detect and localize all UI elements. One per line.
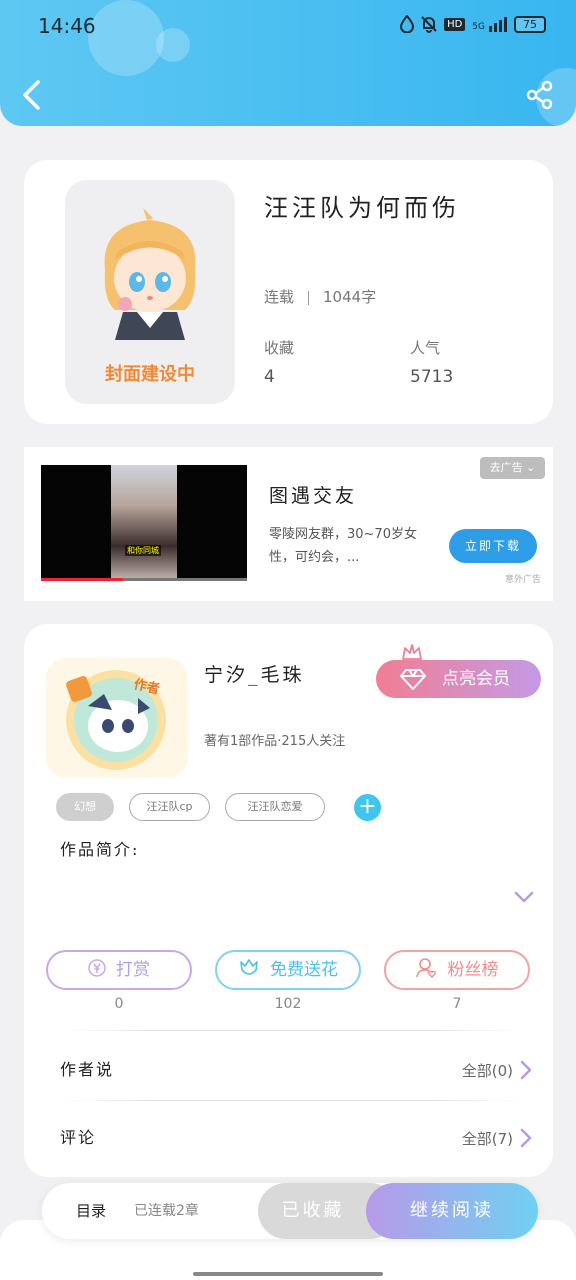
reward-button[interactable]: 打赏 [46,950,192,990]
ad-video-progress [41,578,247,581]
fans-label: 粉丝榜 [447,960,499,980]
status-time: 14:46 [38,14,96,38]
vip-label: 点亮会员 [442,669,510,689]
back-arrow-icon[interactable] [20,78,44,112]
yen-icon [88,959,106,977]
cover-mascot-icon [104,208,196,340]
divider [60,1030,526,1031]
collected-label: 已收藏 [281,1200,345,1221]
ad-tag: 意外广告 [504,575,541,585]
mute-bell-icon [421,16,437,33]
book-status: 连载 1044字 [264,286,376,307]
author-meta: 著有1部作品·215人关注 [204,734,346,749]
chevron-right-icon [520,1128,532,1148]
cover-label: 封面建设中 [105,364,195,385]
fans-count: 7 [452,996,462,1012]
collect-label: 收藏 [264,339,295,357]
reward-count: 0 [114,996,124,1012]
free-flower-button[interactable]: 免费送花 [215,950,361,990]
flower-count: 102 [274,996,302,1012]
ad-title: 图遇交友 [269,485,358,507]
vip-button[interactable]: 点亮会员 [376,660,541,698]
ad-video-caption: 和你同城 [125,545,161,556]
ad-description: 零陵网友群，30~70岁女性，可约会，... [269,527,417,565]
flower-label: 免费送花 [270,960,338,980]
reward-label: 打赏 [116,960,150,980]
tag-item[interactable]: 汪汪队恋爱 [225,793,325,821]
author-avatar-icon [66,670,166,770]
intro-label: 作品简介: [60,840,140,859]
ad-card[interactable]: 和你同城 图遇交友 零陵网友群，30~70岁女性，可约会，... 去广告 ⌄ 立… [24,447,553,601]
home-indicator[interactable] [193,1272,383,1276]
decor-bubble [156,28,190,62]
hd-icon: HD [444,17,466,31]
book-title: 汪汪队为何而伤 [264,194,460,222]
word-count: 1044字 [323,288,377,306]
flower-icon [240,959,258,975]
decor-bubble [88,0,164,76]
fans-rank-button[interactable]: 粉丝榜 [384,950,530,990]
popularity-value: 5713 [410,367,454,387]
serial-status: 连载 [264,288,295,306]
chevron-down-icon[interactable] [513,890,535,904]
battery-icon: 75 [514,15,546,33]
tag-item[interactable]: 汪汪队cp [129,793,210,821]
continue-reading-button[interactable]: 继续阅读 [366,1183,538,1239]
crown-icon [402,644,422,660]
toc-button[interactable]: 目录 [76,1200,106,1221]
divider [308,290,310,305]
book-cover[interactable]: 封面建设中 [65,180,235,404]
popularity-label: 人气 [410,339,441,357]
ad-close-button[interactable]: 去广告 ⌄ [480,457,545,479]
network-label: 5G [472,21,485,32]
share-icon[interactable] [526,80,554,110]
status-icons: HD 5G 75 [400,15,546,33]
comments-value: 全部(7) [461,1130,513,1148]
author-avatar[interactable]: 作者 [46,658,188,778]
comments-label: 评论 [60,1128,97,1147]
tag-item[interactable]: 幻想 [56,793,114,821]
author-says-value: 全部(0) [461,1062,513,1080]
author-name: 宁汐_毛珠 [204,664,305,686]
drop-icon [400,15,415,33]
ad-video-frame: 和你同城 [111,465,177,581]
add-tag-button[interactable]: + [354,794,381,821]
divider [60,1100,526,1101]
signal-icon: 5G [472,16,507,32]
header: 14:46 HD 5G 75 [0,0,576,126]
collect-value: 4 [264,367,275,387]
ad-download-button[interactable]: 立即下载 [449,529,537,563]
diamond-icon [400,669,426,690]
author-card: 作者 宁汐_毛珠 著有1部作品·215人关注 点亮会员 幻想 汪汪队cp 汪汪队… [24,624,553,1177]
author-says-label: 作者说 [60,1060,115,1079]
chevron-right-icon [520,1060,532,1080]
book-info-card: 封面建设中 汪汪队为何而伤 连载 1044字 收藏 4 人气 5713 [24,160,553,424]
ad-video[interactable]: 和你同城 [41,465,247,581]
toc-status: 已连载2章 [134,1203,199,1219]
user-heart-icon [415,958,436,978]
ad-close-label: 去广告 [489,461,523,474]
bottom-bar: 目录 已连载2章 已收藏 继续阅读 [42,1183,538,1239]
chevron-down-icon: ⌄ [526,461,536,474]
